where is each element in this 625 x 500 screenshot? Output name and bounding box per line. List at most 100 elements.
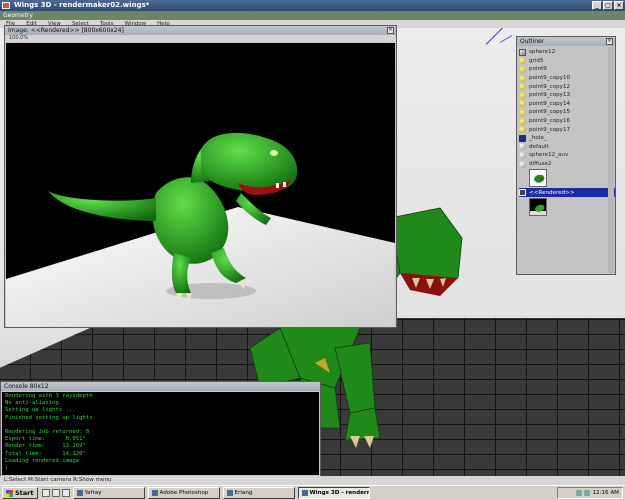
outliner-item-label: point9: [529, 66, 547, 73]
yafray-icon: [76, 490, 83, 496]
outliner-item-label: point9_copy14: [529, 100, 571, 107]
close-button[interactable]: ×: [614, 1, 624, 10]
volume-icon[interactable]: [584, 490, 591, 496]
light-icon: [519, 65, 526, 73]
image-window[interactable]: Image: <<Rendered>> [800x600x24] × 100.0…: [4, 25, 397, 328]
console-titlebar[interactable]: Console 80x12: [1, 382, 320, 391]
outliner-item-label: diffuse2: [529, 161, 552, 168]
outliner-item-label: point9_copy17: [529, 126, 571, 133]
console-line: Export time: 0.051": [5, 436, 86, 443]
outliner-item[interactable]: point9_copy17: [519, 125, 615, 134]
outliner-item-label: point9_copy16: [529, 118, 571, 125]
start-button[interactable]: Start: [2, 487, 38, 499]
outliner-item[interactable]: grid5: [519, 57, 615, 66]
outliner-item[interactable]: point9_copy12: [519, 82, 615, 91]
rendered-scene: [6, 132, 395, 327]
taskbar-item-label: Erlang: [234, 490, 253, 496]
console-cursor: |: [5, 465, 9, 472]
light-icon: [519, 83, 526, 91]
rendered-thumbnail[interactable]: [529, 197, 547, 216]
outliner-item[interactable]: point9_copy13: [519, 91, 615, 100]
maximize-button[interactable]: □: [603, 1, 613, 10]
taskbar-item-label: Adobe Photoshop: [159, 490, 209, 496]
image-window-title: Image: <<Rendered>> [800x600x24]: [8, 27, 124, 34]
axis-indicator-secondary: [499, 35, 513, 43]
light-icon: [519, 117, 526, 125]
object-icon: [519, 48, 526, 56]
taskbar-item-yafray[interactable]: Yafray: [72, 487, 145, 499]
status-bar: L:Select M:Start camera R:Show menu: [0, 476, 625, 485]
console-title: Console 80x12: [4, 383, 49, 390]
explorer-icon[interactable]: [61, 489, 70, 497]
console-output[interactable]: Rendering with 3 raysdepth No anti-aliasi…: [2, 392, 319, 475]
outliner-window[interactable]: Outliner × sphere12 grid5 point9 point9_…: [516, 36, 616, 275]
outliner-item-label: point9_copy15: [529, 109, 571, 116]
outliner-item-label: point9_copy12: [529, 83, 571, 90]
outliner-close-icon[interactable]: ×: [606, 38, 613, 45]
material-icon: [519, 160, 526, 168]
network-icon[interactable]: [576, 490, 583, 496]
clock[interactable]: 12:16 AM: [592, 490, 619, 496]
outliner-item-label: default: [529, 143, 549, 150]
photoshop-icon: [151, 490, 158, 496]
quick-launch: [41, 489, 70, 497]
outliner-item[interactable]: point9_copy15: [519, 108, 615, 117]
outliner-item-label: point9_copy10: [529, 75, 571, 82]
image-icon: [519, 189, 526, 197]
outliner-item[interactable]: default: [519, 143, 615, 152]
minimize-button[interactable]: _: [592, 1, 602, 10]
console-line: Setting up lights ...: [5, 407, 76, 414]
outliner-item[interactable]: point9_copy10: [519, 74, 615, 83]
dinosaur-thumbnail-icon: [534, 175, 545, 184]
rendered-image: [6, 43, 395, 327]
taskbar-item-wings3d[interactable]: Wings 3D - renderma...: [297, 487, 370, 499]
taskbar-item-erlang[interactable]: Erlang: [222, 487, 295, 499]
outliner-item[interactable]: point9: [519, 65, 615, 74]
material-icon: [519, 143, 526, 151]
image-window-titlebar[interactable]: Image: <<Rendered>> [800x600x24] ×: [5, 26, 396, 35]
outliner-item[interactable]: sphere12_auv: [519, 151, 615, 160]
wings3d-app-icon: [2, 2, 10, 9]
console-line: Total time: 14.120": [5, 450, 86, 457]
console-line: No anti-aliasing.: [5, 400, 63, 407]
image-window-close-icon[interactable]: ×: [387, 27, 394, 34]
hole-icon: [519, 134, 526, 142]
taskbar-item-photoshop[interactable]: Adobe Photoshop: [147, 487, 220, 499]
light-icon: [519, 126, 526, 134]
outliner-titlebar[interactable]: Outliner ×: [517, 37, 615, 46]
console-line: Render time: 13.269": [5, 443, 86, 450]
outliner-item[interactable]: diffuse2: [519, 160, 615, 169]
outliner-item[interactable]: point9_copy14: [519, 100, 615, 109]
console-window[interactable]: Console 80x12 Rendering with 3 raysdepth…: [0, 381, 321, 477]
wings3d-icon: [301, 490, 308, 496]
material-icon: [519, 151, 526, 159]
rendered-thumbnail-icon: [530, 204, 546, 215]
erlang-icon: [226, 490, 233, 496]
outliner-title: Outliner: [520, 38, 545, 45]
light-icon: [519, 108, 526, 116]
system-tray: 12:16 AM: [557, 487, 623, 499]
outliner-item-selected[interactable]: <<Rendered>>: [519, 188, 615, 197]
taskbar: Start Yafray Adobe Photoshop Erlang Wing…: [0, 485, 625, 500]
light-icon: [519, 91, 526, 99]
start-label: Start: [15, 489, 34, 497]
app-titlebar: Wings 3D - rendermaker02.wings* _ □ ×: [0, 0, 625, 11]
windows-logo-icon: [6, 489, 13, 497]
browser-icon[interactable]: [51, 489, 60, 497]
material-thumbnail[interactable]: [529, 169, 547, 188]
outliner-item-label: point9_copy13: [529, 92, 571, 99]
outliner-item-label: <<Rendered>>: [529, 189, 575, 196]
outliner-item[interactable]: _hole_: [519, 134, 615, 143]
outliner-item-label: grid5: [529, 57, 544, 64]
app-title: Wings 3D - rendermaker02.wings*: [14, 1, 150, 9]
outliner-scrollbar[interactable]: [608, 47, 614, 273]
geometry-window-title: Geometry: [0, 11, 625, 20]
outliner-item[interactable]: point9_copy16: [519, 117, 615, 126]
outliner-item-label: sphere12_auv: [529, 152, 569, 159]
axis-indicator: [485, 28, 505, 45]
outliner-item[interactable]: sphere12: [519, 48, 615, 57]
console-line: Rendering with 3 raysdepth: [5, 393, 93, 399]
desktop-icon[interactable]: [41, 489, 50, 497]
light-icon: [519, 74, 526, 82]
